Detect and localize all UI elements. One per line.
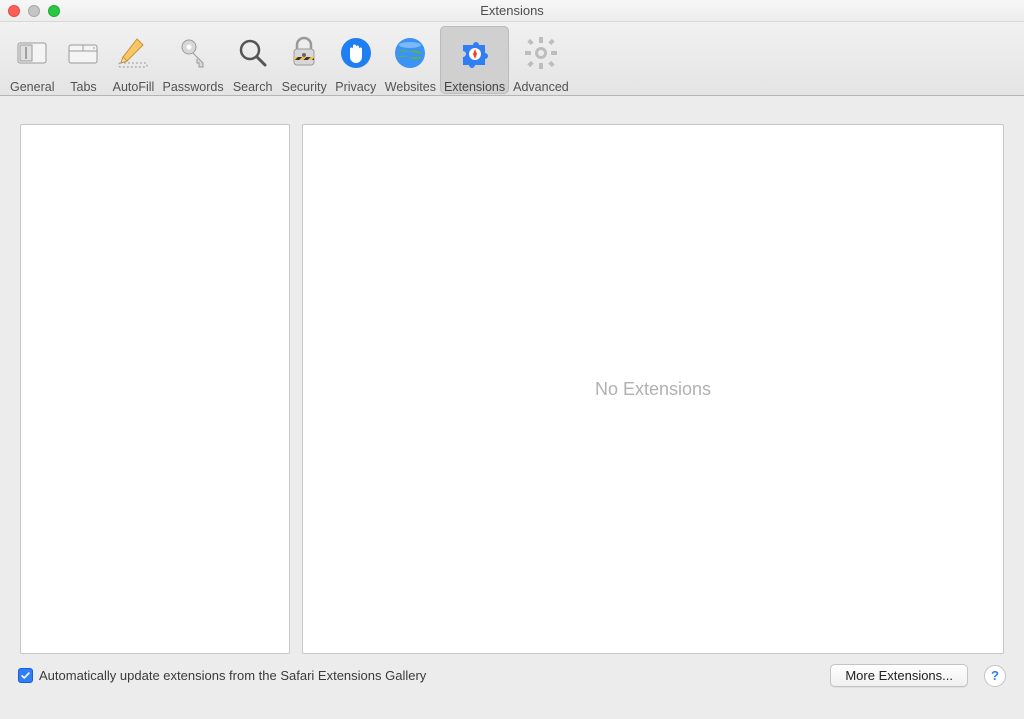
toolbar-item-general[interactable]: General [6, 26, 58, 94]
toolbar-item-label: Extensions [444, 80, 505, 94]
toolbar-item-label: Passwords [162, 80, 223, 94]
auto-update-label: Automatically update extensions from the… [39, 668, 426, 683]
toolbar-item-label: Websites [385, 80, 436, 94]
tabs-icon [62, 28, 104, 78]
toolbar-item-label: Security [282, 80, 327, 94]
more-extensions-button[interactable]: More Extensions... [830, 664, 968, 687]
help-button[interactable]: ? [984, 665, 1006, 687]
auto-update-checkbox[interactable] [18, 668, 33, 683]
window-title: Extensions [8, 3, 1016, 18]
gear-icon [513, 28, 569, 78]
toolbar-item-label: Tabs [70, 80, 96, 94]
footer-bar: Automatically update extensions from the… [0, 656, 1024, 701]
toolbar-item-privacy[interactable]: Privacy [331, 26, 381, 94]
toolbar-item-tabs[interactable]: Tabs [58, 26, 108, 94]
toolbar-item-passwords[interactable]: Passwords [158, 26, 227, 94]
magnifier-icon [232, 28, 274, 78]
toolbar-item-autofill[interactable]: AutoFill [108, 26, 158, 94]
close-window-button[interactable] [8, 5, 20, 17]
minimize-window-button[interactable] [28, 5, 40, 17]
window-controls [8, 5, 60, 17]
extensions-list-pane [20, 124, 290, 654]
toolbar-item-websites[interactable]: Websites [381, 26, 440, 94]
switch-icon [10, 28, 54, 78]
pencil-icon [112, 28, 154, 78]
extension-detail-pane: No Extensions [302, 124, 1004, 654]
zoom-window-button[interactable] [48, 5, 60, 17]
toolbar-item-advanced[interactable]: Advanced [509, 26, 573, 94]
globe-icon [385, 28, 436, 78]
toolbar-item-label: Advanced [513, 80, 569, 94]
padlock-icon [282, 28, 327, 78]
toolbar-item-label: Search [233, 80, 273, 94]
content-area: No Extensions [0, 96, 1024, 656]
puzzle-icon [444, 28, 505, 78]
toolbar-item-security[interactable]: Security [278, 26, 331, 94]
no-extensions-message: No Extensions [595, 379, 711, 400]
hand-icon [335, 28, 377, 78]
toolbar-item-extensions[interactable]: Extensions [440, 26, 509, 94]
toolbar-item-search[interactable]: Search [228, 26, 278, 94]
toolbar-item-label: AutoFill [113, 80, 155, 94]
preferences-toolbar: General Tabs AutoFill Passwords Search Securi… [0, 22, 1024, 96]
titlebar: Extensions [0, 0, 1024, 22]
key-icon [162, 28, 223, 78]
toolbar-item-label: Privacy [335, 80, 376, 94]
toolbar-item-label: General [10, 80, 54, 94]
